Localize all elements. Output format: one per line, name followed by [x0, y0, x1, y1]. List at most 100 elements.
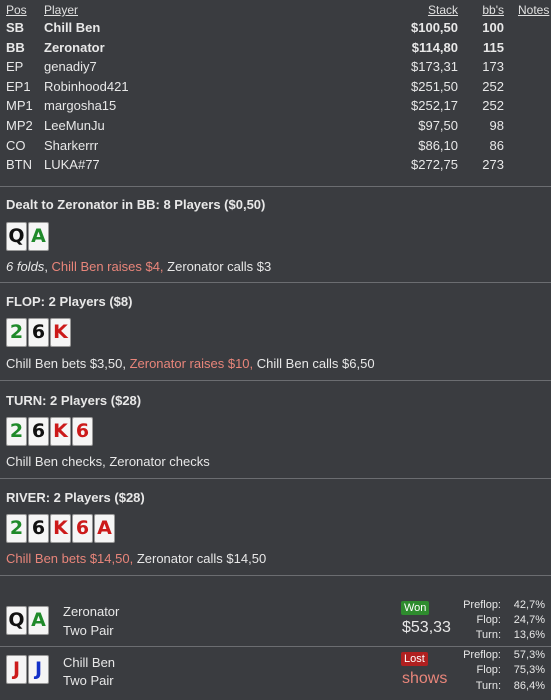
column-header-player[interactable]: Player [44, 3, 78, 17]
playing-card: K [50, 514, 71, 543]
flop-actions: Chill Ben bets $3,50, Zeronator raises $… [6, 356, 375, 371]
equity-label: Flop: [476, 664, 501, 676]
divider [0, 380, 551, 381]
equity-label: Turn: [475, 680, 501, 692]
action-text: Chill Ben checks, Zeronator checks [6, 454, 210, 469]
divider [0, 186, 551, 187]
player-row[interactable]: EP genadiy7 $173,31 173 [0, 57, 551, 77]
playing-card: 6 [28, 514, 49, 543]
playing-card: Q [6, 606, 27, 635]
stack: $114,80 [411, 39, 458, 55]
preflop-actions: 6 folds, Chill Ben raises $4, Zeronator … [6, 259, 271, 274]
player-row[interactable]: EP1 Robinhood421 $251,50 252 [0, 77, 551, 97]
position: EP [6, 59, 24, 75]
column-header-stack[interactable]: Stack [428, 3, 458, 17]
bb-count: 252 [482, 78, 504, 94]
playing-card: K [50, 417, 71, 446]
column-header-bbs[interactable]: bb's [482, 3, 504, 17]
player-row[interactable]: MP2 LeeMunJu $97,50 98 [0, 116, 551, 136]
winner-hand: Two Pair [63, 623, 114, 638]
player-row[interactable]: BTN LUKA#77 $272,75 273 [0, 155, 551, 175]
column-header-notes[interactable]: Notes [518, 3, 549, 17]
result-row-loser[interactable]: JJ Chill Ben Two Pair Lost shows Preflop… [0, 647, 551, 699]
player-name: genadiy7 [44, 59, 97, 75]
loser-shows: shows [402, 670, 448, 687]
player-name: margosha15 [44, 98, 117, 114]
stack: $100,50 [411, 20, 458, 35]
stack: $173,31 [411, 59, 458, 75]
river-actions: Chill Ben bets $14,50, Zeronator calls $… [6, 551, 266, 566]
river-board-cards: 26K6A [6, 514, 115, 543]
position: MP1 [6, 98, 33, 114]
player-row[interactable]: CO Sharkerrr $86,10 86 [0, 136, 551, 156]
stack: $272,75 [411, 157, 458, 173]
stack: $251,50 [411, 78, 458, 94]
playing-card: 2 [6, 318, 27, 347]
player-name: Zeronator [44, 39, 105, 55]
loser-name: Chill Ben [63, 655, 116, 670]
preflop-hole-cards: QA [6, 222, 49, 251]
bb-count: 115 [483, 39, 504, 55]
playing-card: A [28, 606, 49, 635]
result-row-winner[interactable]: QA Zeronator Two Pair Won $53,33 Preflop… [0, 596, 551, 644]
action-text: Chill Ben bets $14,50, [6, 551, 134, 566]
position: MP2 [6, 117, 33, 133]
lost-badge: Lost [401, 652, 428, 666]
turn-board-cards: 26K6 [6, 417, 93, 446]
equity-value: 13,6% [513, 629, 545, 641]
player-name: LeeMunJu [44, 117, 105, 133]
playing-card: 2 [6, 417, 27, 446]
playing-card: A [28, 222, 49, 251]
preflop-title: Dealt to Zeronator in BB: 8 Players ($0,… [6, 197, 266, 212]
bb-count: 86 [489, 137, 504, 153]
action-text: Zeronator calls $14,50 [133, 551, 267, 566]
flop-title: FLOP: 2 Players ($8) [6, 294, 133, 309]
players-header: Pos Player Stack bb's Notes [0, 0, 551, 18]
river-title: RIVER: 2 Players ($28) [6, 490, 145, 505]
equity-value: 57,3% [513, 649, 545, 661]
equity-value: 86,4% [513, 680, 545, 692]
action-text: Zeronator raises $10, [129, 356, 254, 371]
action-text: Chill Ben calls $6,50 [253, 356, 375, 371]
flop-board-cards: 26K [6, 318, 71, 347]
equity-label: Flop: [476, 614, 501, 626]
winner-amount: $53,33 [402, 619, 451, 636]
divider [0, 478, 551, 479]
playing-card: J [28, 655, 49, 684]
equity-label: Turn: [475, 629, 501, 641]
bb-count: 98 [489, 117, 504, 133]
turn-actions: Chill Ben checks, Zeronator checks [6, 454, 210, 469]
player-row[interactable]: MP1 margosha15 $252,17 252 [0, 96, 551, 116]
position: BB [6, 39, 25, 55]
playing-card: J [6, 655, 27, 684]
divider [0, 575, 551, 576]
action-text: , [44, 259, 52, 274]
column-header-pos[interactable]: Pos [6, 3, 27, 17]
player-row[interactable]: BB Zeronator $114,80 115 [0, 38, 551, 58]
stack: $252,17 [411, 98, 458, 114]
action-text: Zeronator calls $3 [163, 259, 272, 274]
bb-count: 273 [482, 157, 504, 173]
playing-card: 6 [72, 417, 93, 446]
position: EP1 [6, 78, 31, 94]
playing-card: 6 [28, 417, 49, 446]
players-table: Pos Player Stack bb's Notes SB Chill Ben $… [0, 0, 551, 175]
winner-name: Zeronator [63, 604, 120, 619]
equity-label: Preflop: [463, 649, 501, 661]
action-text: 6 folds [6, 259, 45, 274]
player-row[interactable]: SB Chill Ben $100,50 100 [0, 18, 551, 38]
loser-hole-cards: JJ [6, 655, 49, 684]
action-text: Chill Ben raises $4, [51, 259, 164, 274]
bb-count: 173 [482, 59, 504, 75]
playing-card: 6 [28, 318, 49, 347]
position: CO [6, 137, 26, 153]
stack: $86,10 [418, 137, 458, 153]
playing-card: K [50, 318, 71, 347]
player-name: Sharkerrr [44, 137, 99, 153]
playing-card: A [94, 514, 115, 543]
divider [0, 282, 551, 283]
player-name: Chill Ben [44, 20, 101, 35]
turn-title: TURN: 2 Players ($28) [6, 393, 142, 408]
equity-label: Preflop: [463, 599, 501, 611]
stack: $97,50 [418, 117, 458, 133]
